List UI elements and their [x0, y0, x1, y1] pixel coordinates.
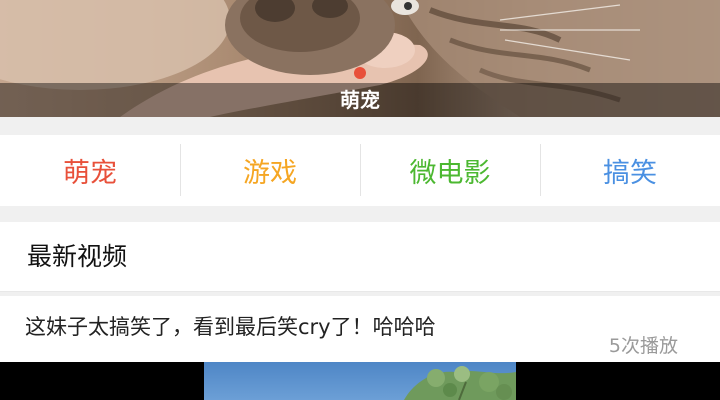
category-tabs: 萌宠 游戏 微电影 搞笑 [0, 135, 720, 206]
tab-pets-label: 萌宠 [63, 158, 117, 189]
video-title: 这妹子太搞笑了，看到最后笑cry了！哈哈哈 [25, 315, 436, 339]
section-title: 最新视频 [27, 242, 128, 271]
tab-microfilm[interactable]: 微电影 [360, 135, 540, 206]
tab-microfilm-label: 微电影 [409, 158, 491, 189]
video-frame [204, 362, 516, 400]
tree-foliage-image [404, 366, 516, 400]
tab-games[interactable]: 游戏 [180, 135, 360, 206]
tab-funny[interactable]: 搞笑 [540, 135, 720, 206]
tab-games-label: 游戏 [243, 158, 297, 189]
tab-pets[interactable]: 萌宠 [0, 135, 180, 206]
video-thumbnail[interactable] [0, 362, 720, 400]
banner-carousel[interactable]: 萌宠 [0, 0, 720, 117]
banner-caption: 萌宠 [340, 88, 380, 112]
video-play-count: 5次播放 [608, 335, 678, 357]
latest-videos-header: 最新视频 [0, 222, 720, 292]
carousel-indicator-dot[interactable] [354, 67, 366, 79]
video-list-item[interactable]: 这妹子太搞笑了，看到最后笑cry了！哈哈哈 5次播放 [0, 296, 720, 400]
tab-funny-label: 搞笑 [603, 158, 657, 189]
